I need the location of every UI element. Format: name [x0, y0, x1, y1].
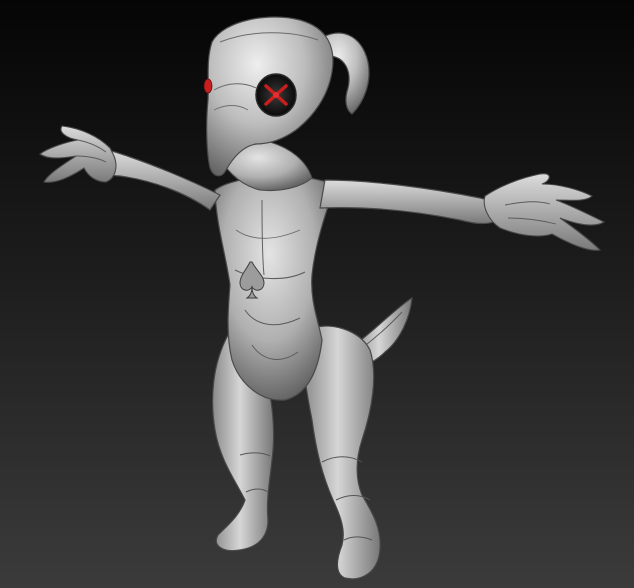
creature-hand-right	[483, 173, 606, 251]
creature-sculpt	[39, 16, 606, 580]
eye-accent-small	[203, 78, 213, 94]
viewport-render	[0, 0, 634, 588]
creature-hand-left	[39, 125, 117, 183]
creature-arm-right	[319, 179, 502, 225]
